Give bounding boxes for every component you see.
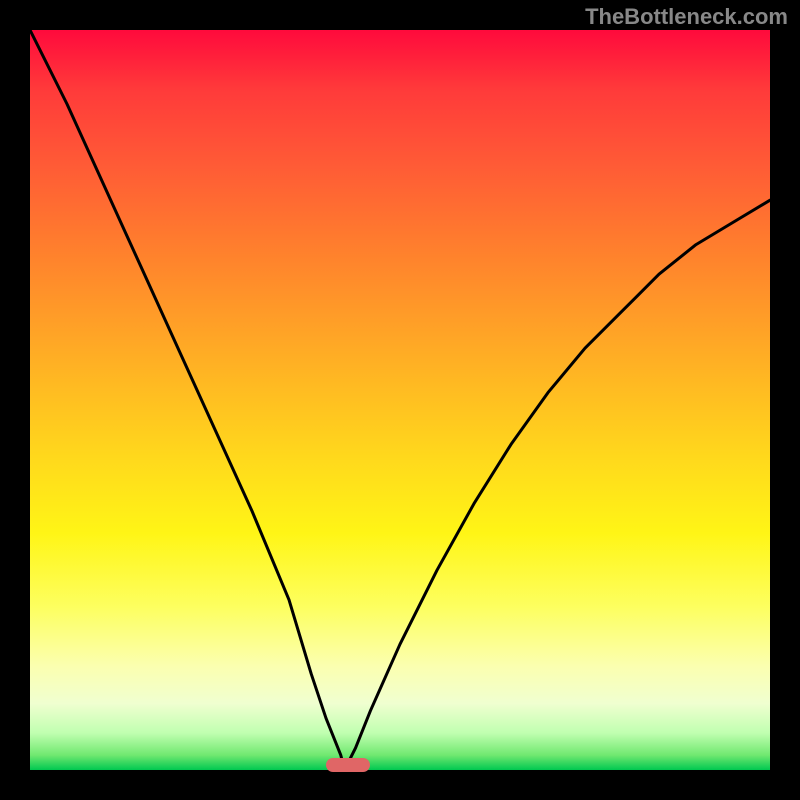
bottleneck-curve-path bbox=[30, 30, 770, 770]
optimal-marker bbox=[326, 758, 370, 772]
plot-area bbox=[30, 30, 770, 770]
bottleneck-curve-svg bbox=[30, 30, 770, 770]
watermark-text: TheBottleneck.com bbox=[585, 4, 788, 30]
